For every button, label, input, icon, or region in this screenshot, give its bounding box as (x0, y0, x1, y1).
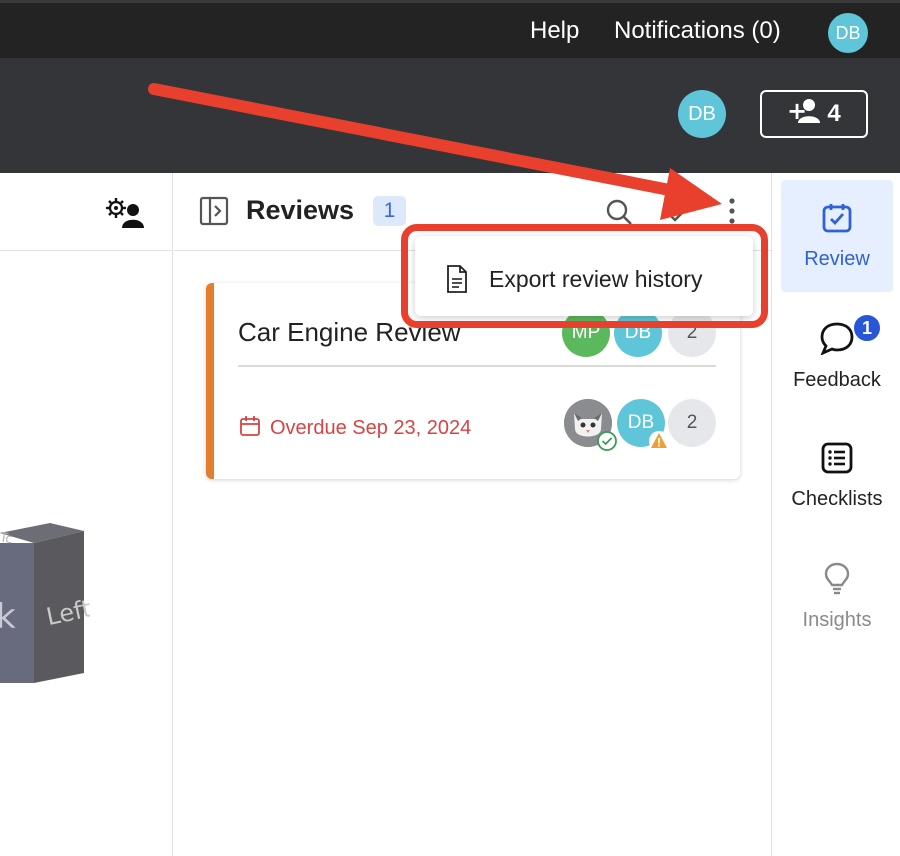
notifications-link[interactable]: Notifications (0) (614, 17, 781, 45)
rail-insights-label: Insights (802, 608, 872, 631)
collapse-panel-icon[interactable] (198, 195, 230, 232)
warning-icon (649, 431, 669, 457)
checklist-icon (821, 442, 853, 480)
rail-checklists[interactable]: Checklists (781, 420, 893, 532)
reviews-title: Reviews (246, 195, 355, 225)
review-calendar-check-icon (821, 202, 853, 240)
collaborator-avatar[interactable]: DB (678, 90, 726, 138)
rail-review[interactable]: Review (781, 180, 893, 292)
share-count: 4 (827, 100, 841, 127)
share-button[interactable]: + 4 (760, 90, 868, 138)
rail-feedback-label: Feedback (793, 368, 881, 391)
approver-avatar-db[interactable]: DB (617, 399, 669, 451)
user-avatar[interactable]: DB (828, 13, 868, 53)
due-date-status: Overdue Sep 23, 2024 (270, 417, 472, 439)
viewer-panel-header (0, 173, 173, 251)
rail-feedback[interactable]: Feedback 1 (781, 300, 893, 412)
calendar-icon (239, 415, 261, 442)
add-user-icon: + (787, 97, 821, 131)
reviews-count-badge: 1 (373, 196, 406, 226)
top-bar: Help Notifications (0) DB (0, 0, 900, 58)
approved-check-icon (597, 431, 617, 457)
card-divider (238, 365, 716, 367)
rail-checklists-label: Checklists (791, 487, 883, 510)
annotation-highlight-box (401, 224, 768, 328)
lightbulb-icon (822, 561, 852, 601)
feedback-count-badge: 1 (852, 313, 882, 343)
approver-extra-count[interactable]: 2 (668, 399, 716, 447)
right-rail: Review Feedback 1 Checklists Insights (773, 173, 900, 856)
viewer-panel[interactable]: k Left Tc (0, 173, 173, 856)
approver-avatar-photo[interactable] (564, 399, 617, 451)
view-cube[interactable]: k Left Tc (0, 523, 94, 690)
project-header: DB + 4 (0, 58, 900, 173)
user-settings-icon[interactable] (104, 197, 148, 234)
feedback-speech-icon (819, 321, 855, 361)
svg-text:k: k (0, 597, 16, 637)
rail-review-label: Review (804, 247, 870, 270)
rail-insights[interactable]: Insights (781, 540, 893, 652)
help-link[interactable]: Help (530, 17, 579, 45)
